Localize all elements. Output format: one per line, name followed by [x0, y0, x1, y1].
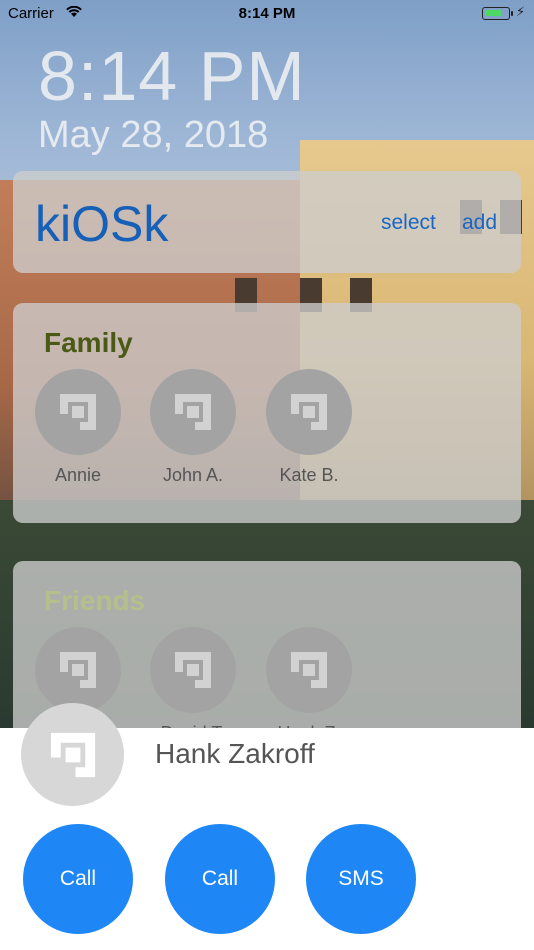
- call-button[interactable]: Call: [23, 824, 133, 934]
- avatar[interactable]: [266, 369, 352, 455]
- add-button[interactable]: add: [462, 211, 497, 235]
- app-logo-icon: [291, 652, 327, 688]
- contact-name: John A.: [162, 465, 224, 485]
- contact-item[interactable]: Kate B.: [254, 369, 364, 486]
- app-title: kiOSk: [35, 196, 169, 252]
- app-logo-icon: [50, 732, 95, 777]
- app-logo-icon: [60, 394, 96, 430]
- contact-item[interactable]: Annie: [23, 369, 133, 486]
- charging-icon: ⚡: [516, 4, 526, 19]
- app-logo-icon: [291, 394, 327, 430]
- status-bar: Carrier 8:14 PM ⚡: [0, 0, 534, 28]
- contact-name: Annie: [54, 465, 102, 485]
- avatar[interactable]: [150, 627, 236, 713]
- group-card-family: Family Annie John A. Kate B.: [13, 303, 521, 523]
- selected-contact-avatar: [21, 703, 124, 806]
- app-logo-icon: [60, 652, 96, 688]
- selected-contact-name: Hank Zakroff: [155, 738, 315, 769]
- sms-button[interactable]: SMS: [306, 824, 416, 934]
- header-card: kiOSk select add: [13, 171, 521, 273]
- app-logo-icon: [175, 652, 211, 688]
- group-title: Friends: [44, 585, 146, 616]
- lock-date: May 28, 2018: [38, 114, 269, 156]
- contact-item[interactable]: Hank Z.: [254, 627, 364, 744]
- avatar[interactable]: [266, 627, 352, 713]
- lock-time: 8:14 PM: [38, 37, 306, 115]
- battery-icon: [482, 7, 513, 20]
- status-time: 8:14 PM: [238, 5, 296, 22]
- avatar[interactable]: [35, 369, 121, 455]
- contact-item[interactable]: David T.: [138, 627, 248, 744]
- call-button-2[interactable]: Call: [165, 824, 275, 934]
- avatar[interactable]: [150, 369, 236, 455]
- contact-action-sheet: Hank Zakroff Call Call SMS: [0, 703, 534, 950]
- contact-item[interactable]: John A.: [138, 369, 248, 486]
- app-logo-icon: [175, 394, 211, 430]
- contact-name: Kate B.: [279, 465, 339, 485]
- select-button[interactable]: select: [381, 211, 436, 235]
- avatar[interactable]: [35, 627, 121, 713]
- group-title: Family: [44, 327, 133, 358]
